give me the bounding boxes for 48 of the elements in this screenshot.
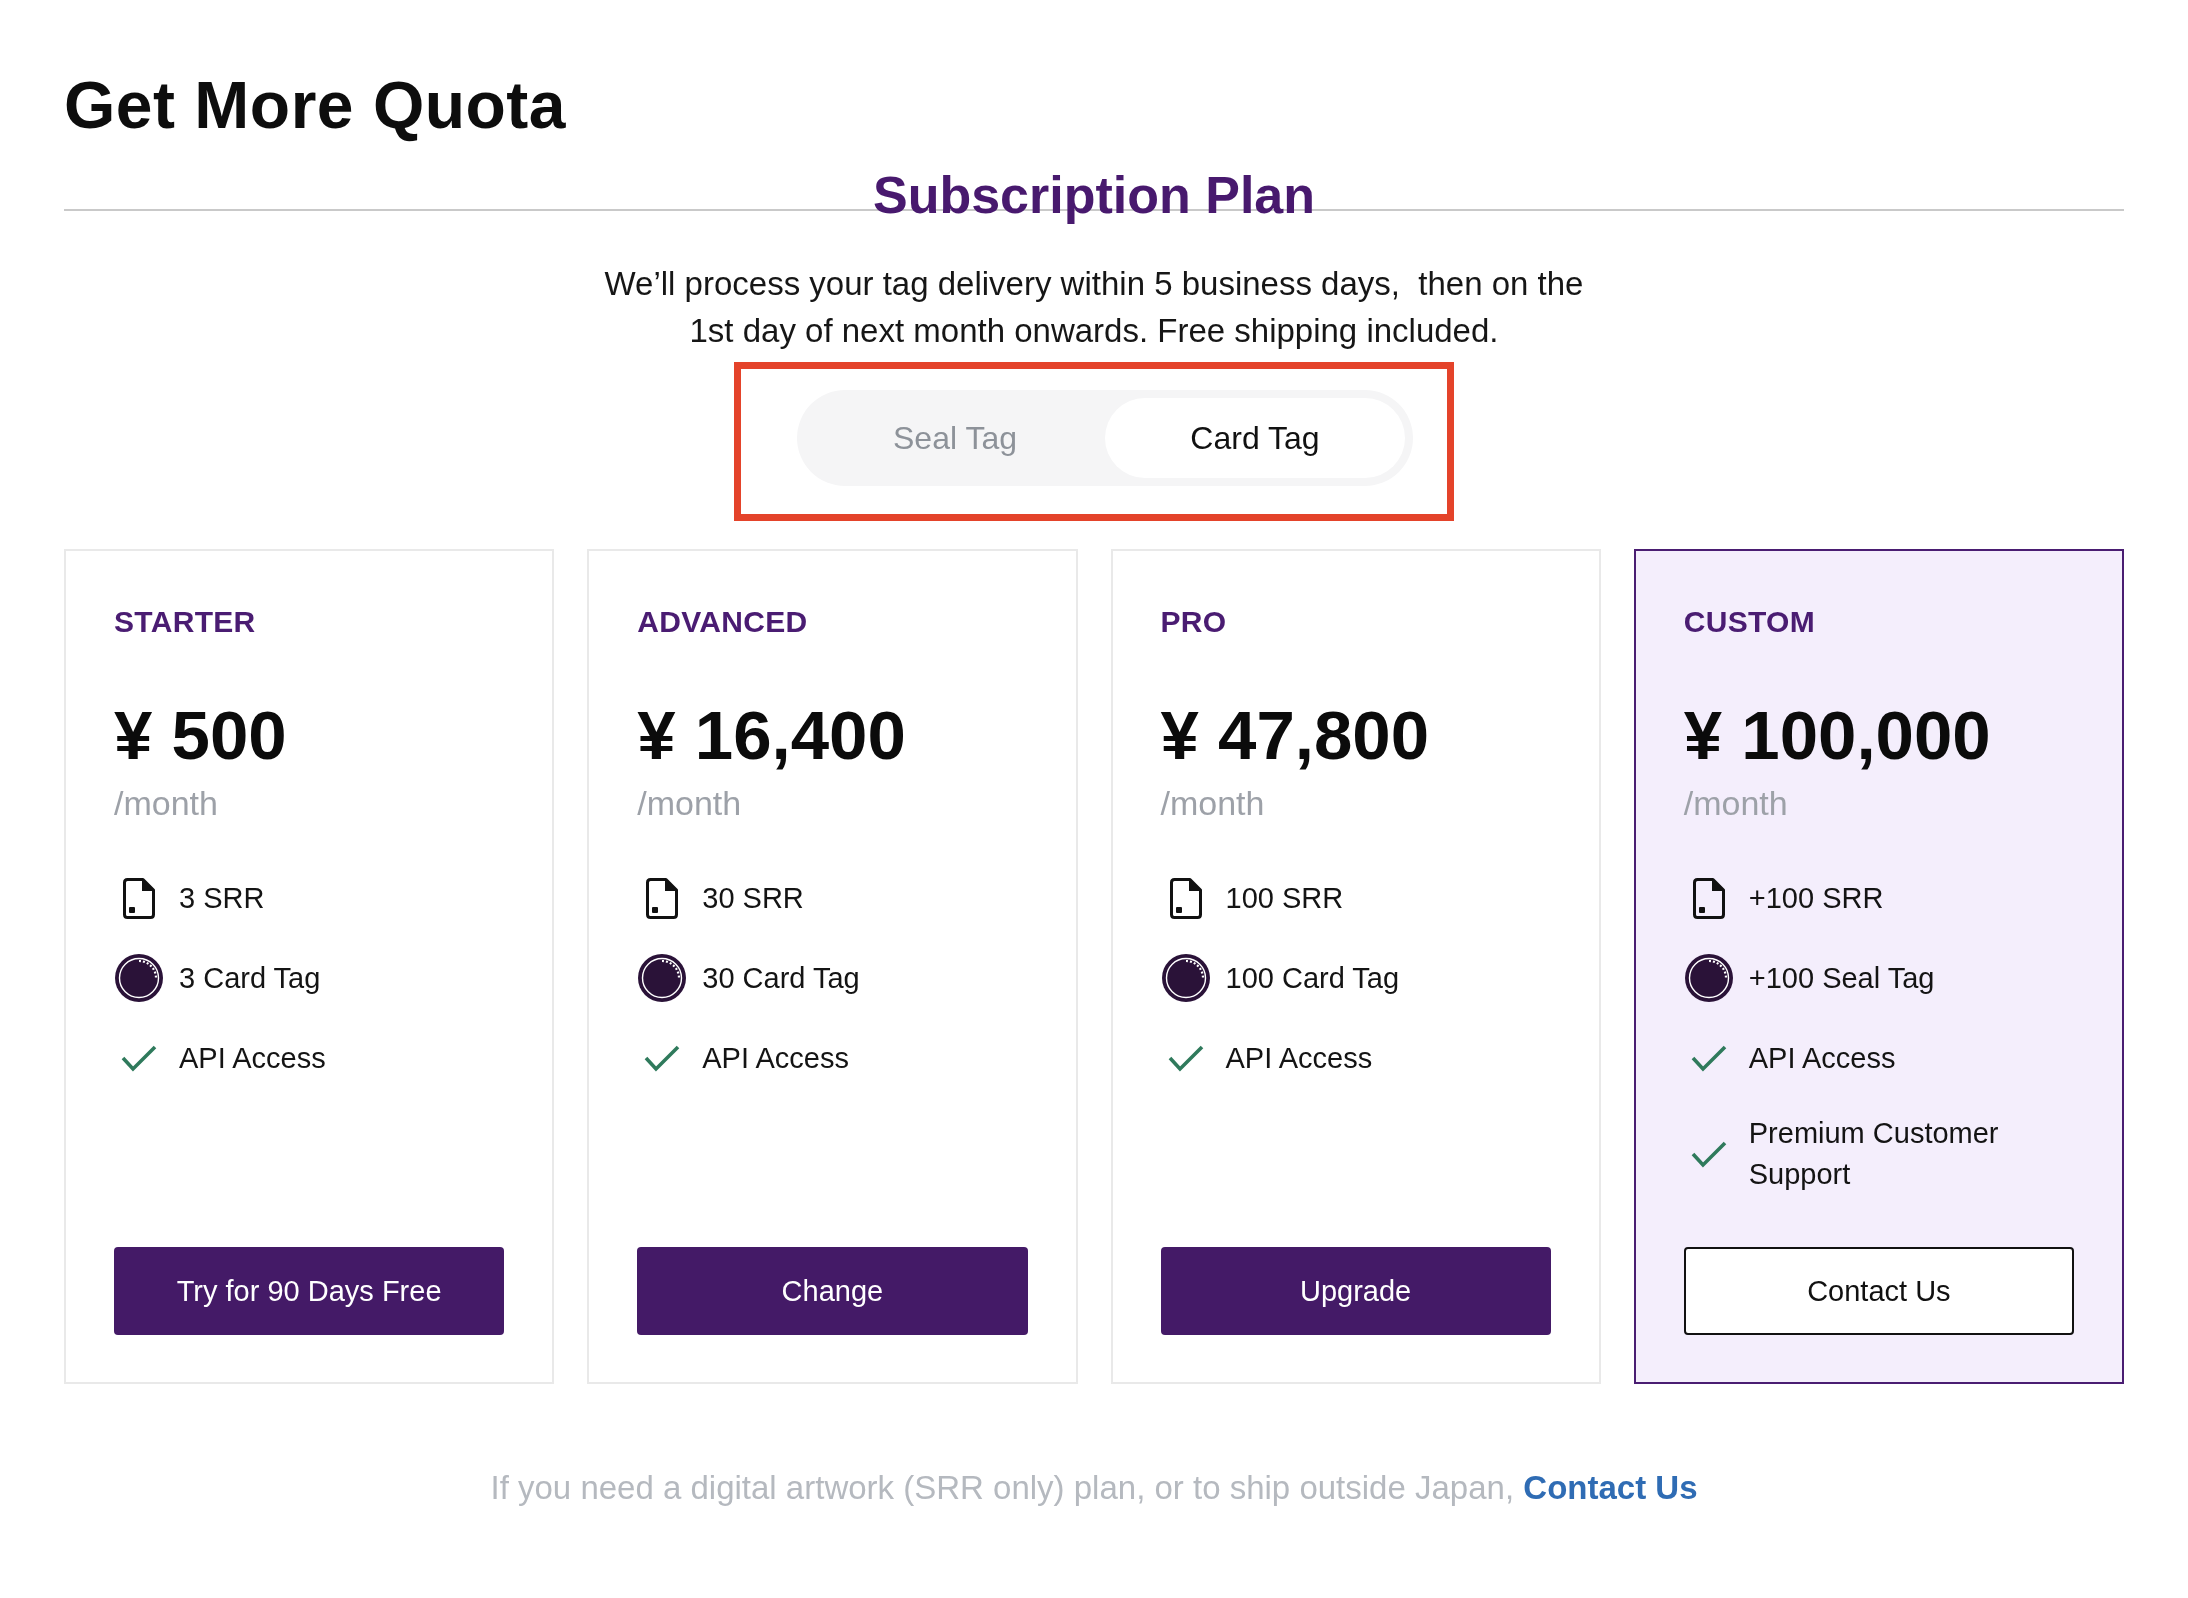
feature-text: 3 SRR xyxy=(179,880,265,916)
plan-button[interactable]: Contact Us xyxy=(1683,1247,2074,1335)
plan-price: ¥ 500 xyxy=(114,697,288,775)
feature-text: 30 SRR xyxy=(702,880,804,916)
feature-text: API Access xyxy=(179,1040,326,1076)
check-icon xyxy=(1690,1044,1727,1072)
document-icon xyxy=(123,877,155,919)
plan-price: ¥ 16,400 xyxy=(637,697,907,775)
price-period: /month xyxy=(114,783,219,823)
check-icon xyxy=(1167,1044,1204,1072)
plan-name: ADVANCED xyxy=(637,604,809,640)
tag-type-tab[interactable]: Card Tag xyxy=(1105,398,1405,478)
disc-icon xyxy=(638,954,687,1002)
feature-text: 30 Card Tag xyxy=(702,960,860,996)
document-icon xyxy=(646,877,679,919)
check-icon xyxy=(1690,1140,1727,1168)
disc-icon xyxy=(115,954,163,1002)
feature-text: 100 SRR xyxy=(1225,880,1344,916)
section-title: Subscription Plan xyxy=(872,165,1316,225)
description-text: We’ll process your tag delivery within 5 business days, then on the 1st day of next month onwards. Free shipping included. xyxy=(603,264,1585,351)
document-icon xyxy=(1169,877,1202,919)
price-period: /month xyxy=(637,783,743,823)
check-icon xyxy=(121,1044,157,1072)
feature-text: +100 SRR xyxy=(1748,880,1884,916)
feature-text: 100 Card Tag xyxy=(1225,960,1400,996)
feature-text: API Access xyxy=(702,1040,849,1076)
document-icon xyxy=(1692,877,1725,919)
plan-button[interactable]: Upgrade xyxy=(1160,1247,1551,1335)
plan-price: ¥ 47,800 xyxy=(1160,697,1431,775)
feature-text: API Access xyxy=(1748,1040,1896,1076)
feature-text: Premium Customer Support xyxy=(1748,1116,2000,1192)
feature-text: API Access xyxy=(1225,1040,1373,1076)
plan-name: STARTER xyxy=(114,604,257,640)
plan-name: PRO xyxy=(1160,604,1228,640)
plan-price: ¥ 100,000 xyxy=(1683,697,1992,775)
disc-icon xyxy=(1161,954,1210,1002)
contact-link[interactable]: Contact Us xyxy=(1523,1469,1698,1506)
plan-name: CUSTOM xyxy=(1683,604,1816,640)
page-title: Get More Quota xyxy=(64,67,568,144)
plan-button[interactable]: Try for 90 Days Free xyxy=(114,1247,505,1335)
plan-button[interactable]: Change xyxy=(637,1247,1028,1335)
feature-text: +100 Seal Tag xyxy=(1748,960,1935,996)
price-period: /month xyxy=(1160,783,1266,823)
footer-note: If you need a digital artwork (SRR only) plan, or to ship outside Japan, Contact Us xyxy=(490,1468,1698,1508)
disc-icon xyxy=(1684,954,1733,1002)
check-icon xyxy=(644,1044,681,1072)
price-period: /month xyxy=(1683,783,1789,823)
feature-text: 3 Card Tag xyxy=(179,960,321,996)
